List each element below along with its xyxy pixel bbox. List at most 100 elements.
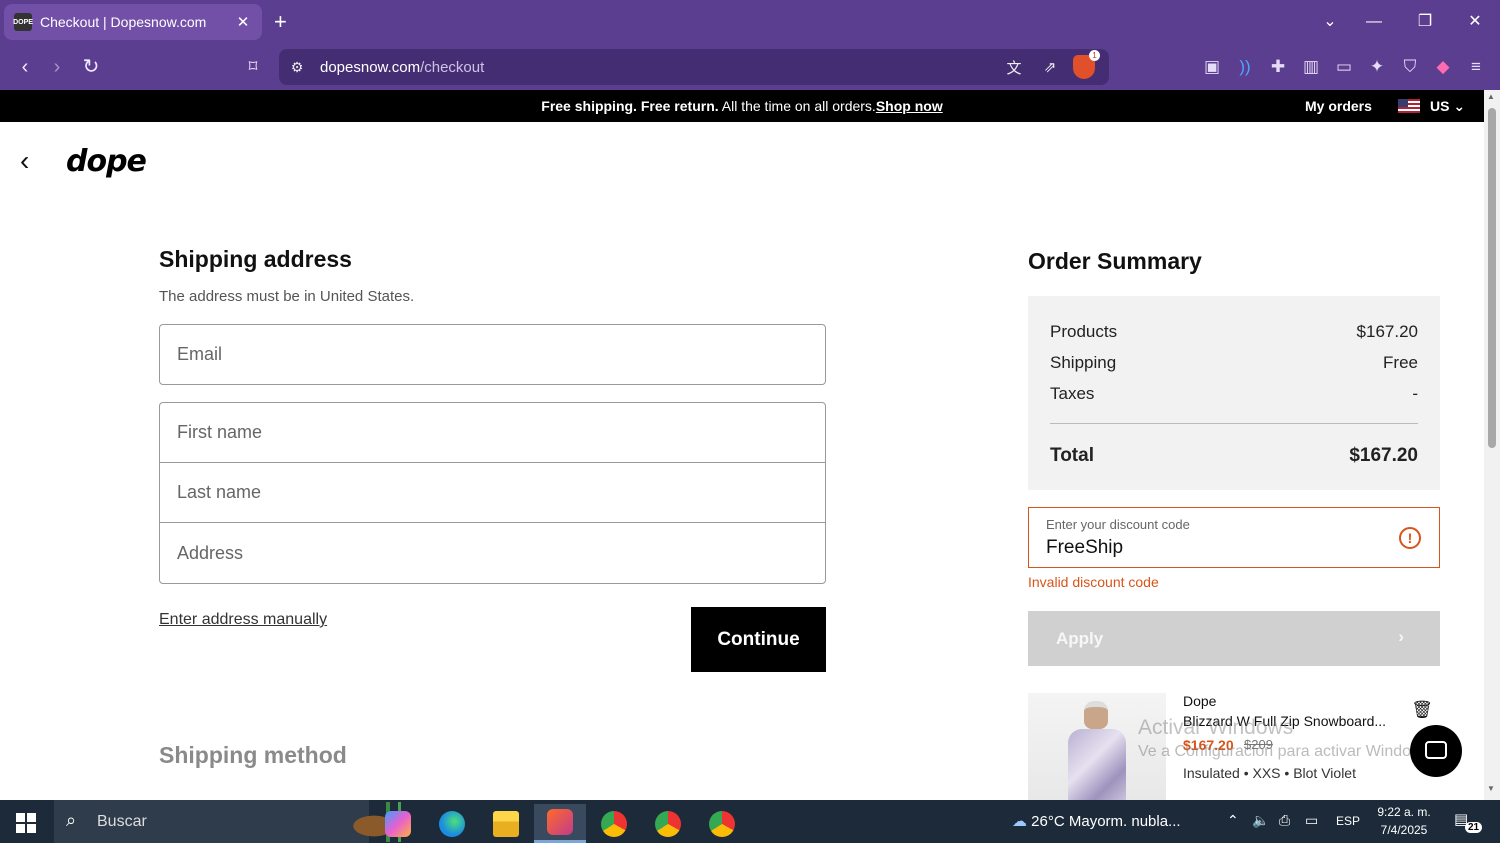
promo-text: Free shipping. Free return. All the time…	[541, 98, 943, 114]
tab-close-icon[interactable]: ✕	[234, 13, 252, 31]
promo-bar: Free shipping. Free return. All the time…	[0, 90, 1484, 122]
site-favicon-icon: DOPE	[13, 13, 33, 31]
continue-button[interactable]: Continue	[691, 607, 826, 672]
vpn-icon[interactable]: ⛉	[1399, 56, 1421, 78]
email-input[interactable]	[160, 325, 825, 384]
notifications-badge: 21	[1465, 822, 1483, 833]
us-flag-icon[interactable]	[1398, 99, 1420, 113]
minimize-button[interactable]: —	[1362, 10, 1386, 34]
address-input[interactable]	[160, 523, 825, 583]
url-text: dopesnow.com/checkout	[320, 58, 485, 76]
shipping-row: Shipping Free	[1050, 353, 1418, 372]
brave-icon	[547, 809, 573, 835]
product-brand: Dope	[1183, 693, 1217, 709]
browser-toolbar: ‹ › ↻ ⌑ ⚙ dopesnow.com/checkout 文 ⇗ ▣ ))…	[0, 44, 1500, 90]
brave-shields-icon[interactable]	[1073, 50, 1100, 79]
close-window-button[interactable]: ✕	[1463, 10, 1487, 34]
leo-ai-icon[interactable]: ✦	[1366, 56, 1388, 78]
browser-tab-bar: DOPE Checkout | Dopesnow.com ✕ + ⌄ — ❐ ✕	[0, 0, 1500, 44]
input-language[interactable]: ESP	[1336, 814, 1360, 828]
site-settings-icon[interactable]: ⚙	[288, 59, 306, 76]
sidebar-icon[interactable]: ▥	[1300, 56, 1322, 78]
taskbar-search[interactable]: ⌕ Buscar	[54, 800, 422, 843]
address-bar[interactable]: ⚙ dopesnow.com/checkout 文 ⇗	[279, 49, 1109, 85]
wallet-audio-icon[interactable]: ))	[1234, 56, 1256, 78]
last-name-field[interactable]	[160, 463, 825, 523]
page-scrollbar[interactable]: ▲ ▼	[1484, 90, 1500, 800]
email-field[interactable]	[159, 324, 826, 385]
taskbar-clock[interactable]: 9:22 a. m. 7/4/2025	[1376, 803, 1432, 839]
reload-icon[interactable]: ↻	[78, 54, 104, 80]
error-alert-icon: !	[1399, 527, 1421, 549]
dope-logo[interactable]: dope	[66, 144, 147, 179]
translate-icon[interactable]: 文	[1001, 57, 1027, 78]
copilot-app[interactable]	[372, 804, 424, 843]
discount-input-value[interactable]: FreeShip	[1046, 537, 1123, 559]
extensions-puzzle-icon[interactable]: ✚	[1267, 56, 1289, 78]
order-summary-title: Order Summary	[1028, 248, 1202, 274]
country-selector[interactable]: US ⌄	[1430, 98, 1465, 115]
shipping-address-title: Shipping address	[159, 246, 352, 272]
windows-activation-hint: Ve a Configuración para activar Windows.	[1138, 743, 1436, 760]
windows-activation-watermark: Activar Windows	[1138, 716, 1294, 739]
network-icon[interactable]: ▭	[1305, 812, 1318, 829]
chat-icon	[1425, 741, 1447, 759]
extension-icon[interactable]: ▣	[1201, 56, 1223, 78]
discount-label: Enter your discount code	[1046, 517, 1190, 532]
scroll-up-icon[interactable]: ▲	[1487, 92, 1495, 101]
scroll-down-icon[interactable]: ▼	[1487, 784, 1495, 793]
tab-search-chevron-icon[interactable]: ⌄	[1318, 10, 1342, 34]
summary-divider	[1050, 423, 1418, 424]
browser-tab[interactable]: DOPE Checkout | Dopesnow.com ✕	[4, 4, 262, 40]
chrome-app-2[interactable]	[642, 804, 694, 843]
share-icon[interactable]: ⇗	[1037, 58, 1063, 76]
taxes-row: Taxes -	[1050, 384, 1418, 403]
chevron-up-icon[interactable]: ⌃	[1227, 812, 1239, 829]
folder-icon	[493, 810, 519, 837]
first-name-input[interactable]	[160, 403, 825, 462]
volume-icon[interactable]: 🔈	[1252, 812, 1269, 829]
restore-button[interactable]: ❐	[1413, 10, 1437, 34]
bookmark-icon[interactable]: ⌑	[240, 54, 266, 80]
last-name-input[interactable]	[160, 463, 825, 522]
discount-code-field[interactable]: Enter your discount code FreeShip !	[1028, 507, 1440, 568]
chrome-app-3[interactable]	[696, 804, 748, 843]
meet-now-icon[interactable]: ⎙	[1279, 812, 1290, 829]
enter-address-manually-link[interactable]: Enter address manually	[159, 611, 327, 629]
scroll-thumb[interactable]	[1488, 108, 1496, 448]
trash-icon[interactable]: 🗑	[1407, 695, 1437, 725]
products-row: Products $167.20	[1050, 322, 1418, 341]
back-arrow-icon[interactable]: ‹	[20, 146, 29, 176]
chrome-app-1[interactable]	[588, 804, 640, 843]
menu-icon[interactable]: ≡	[1465, 56, 1487, 78]
first-name-field[interactable]	[160, 403, 825, 463]
chevron-right-icon: ›	[1398, 627, 1404, 646]
edge-app[interactable]	[426, 804, 478, 843]
cloud-icon: ☁	[1012, 813, 1027, 830]
order-summary-box: Products $167.20 Shipping Free Taxes - Tota…	[1028, 296, 1440, 490]
edge-icon	[439, 810, 465, 837]
back-icon[interactable]: ‹	[12, 54, 38, 80]
shipping-method-title: Shipping method	[159, 742, 347, 768]
chat-button[interactable]	[1410, 725, 1462, 777]
weather-widget[interactable]: ☁ 26°C Mayorm. nubla...	[1012, 812, 1181, 830]
name-address-group	[159, 402, 826, 584]
file-explorer-app[interactable]	[480, 804, 532, 843]
apply-button[interactable]: Apply ›	[1028, 611, 1440, 666]
total-row: Total $167.20	[1050, 445, 1418, 466]
rewards-icon[interactable]: ◆	[1432, 56, 1454, 78]
windows-taskbar: ⌕ Buscar ☁ 26°C Mayorm. nubla... ⌃ 🔈 ⎙ ▭…	[0, 800, 1500, 843]
windows-start-icon[interactable]	[16, 813, 36, 833]
my-orders-link[interactable]: My orders	[1305, 98, 1372, 114]
discount-error-message: Invalid discount code	[1028, 574, 1159, 590]
search-icon: ⌕	[66, 810, 77, 830]
shipping-address-subtitle: The address must be in United States.	[159, 288, 415, 305]
new-tab-button[interactable]: +	[274, 10, 287, 34]
wallet-icon[interactable]: ▭	[1333, 56, 1355, 78]
shop-now-link[interactable]: Shop now	[876, 98, 943, 114]
address-field[interactable]	[160, 523, 825, 583]
tab-title: Checkout | Dopesnow.com	[40, 14, 207, 30]
brave-app[interactable]	[534, 804, 586, 843]
copilot-icon	[385, 810, 411, 837]
forward-icon[interactable]: ›	[44, 54, 70, 80]
